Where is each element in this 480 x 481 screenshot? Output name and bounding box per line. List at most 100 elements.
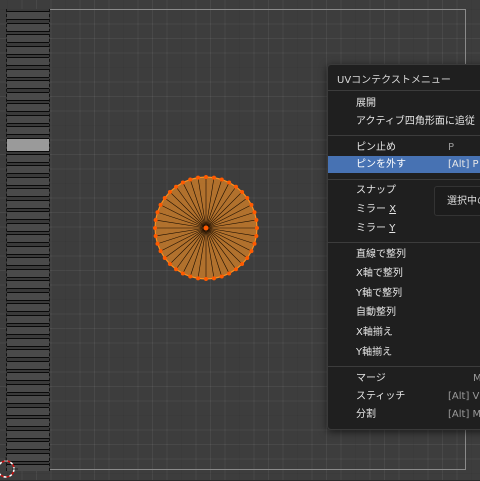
cursor-2d-icon[interactable] bbox=[0, 457, 18, 481]
uv-face[interactable] bbox=[7, 165, 49, 174]
uv-face[interactable] bbox=[7, 22, 49, 32]
uv-face[interactable] bbox=[7, 268, 49, 278]
uv-face[interactable] bbox=[7, 314, 49, 324]
uv-context-menu[interactable]: UVコンテクストメニュー 展開 アクティブ四角形面に追従 ピン止め P ピンを外す… bbox=[327, 64, 480, 430]
uv-vertex[interactable] bbox=[153, 233, 158, 238]
menu-item-align-auto[interactable]: 自動整列 bbox=[328, 304, 480, 321]
menu-item-unwrap[interactable]: 展開 bbox=[328, 95, 480, 112]
uv-face[interactable] bbox=[7, 395, 49, 404]
uv-face[interactable] bbox=[7, 91, 49, 101]
uv-vertex[interactable] bbox=[254, 233, 259, 238]
uv-vertex[interactable] bbox=[254, 218, 259, 223]
uv-vertex[interactable] bbox=[219, 274, 224, 279]
uv-vertex[interactable] bbox=[245, 196, 250, 201]
uv-vertex[interactable] bbox=[167, 262, 172, 267]
menu-item-snap-x[interactable]: X軸揃え bbox=[328, 324, 480, 341]
uv-face[interactable] bbox=[7, 57, 49, 66]
uv-vertex[interactable] bbox=[219, 177, 224, 182]
menu-item-snap-y[interactable]: Y軸揃え bbox=[328, 344, 480, 361]
uv-face[interactable] bbox=[7, 45, 49, 55]
uv-face[interactable] bbox=[7, 406, 49, 416]
uv-face[interactable] bbox=[7, 441, 49, 450]
uv-vertex[interactable] bbox=[249, 202, 254, 207]
uv-vertex[interactable] bbox=[174, 267, 179, 272]
menu-item-align-straighten[interactable]: 直線で整列 bbox=[328, 246, 480, 263]
uv-face[interactable] bbox=[7, 34, 49, 43]
uv-vertex[interactable] bbox=[227, 180, 232, 185]
menu-item-follow-active-quads[interactable]: アクティブ四角形面に追従 bbox=[328, 113, 480, 130]
uv-vertex[interactable] bbox=[174, 184, 179, 189]
uv-vertex[interactable] bbox=[227, 271, 232, 276]
uv-vertex[interactable] bbox=[211, 175, 216, 180]
uv-face[interactable] bbox=[7, 211, 49, 220]
menu-item-merge[interactable]: マージ M bbox=[328, 370, 480, 387]
uv-vertex[interactable] bbox=[245, 255, 250, 260]
menu-item-align-x[interactable]: X軸で整列 bbox=[328, 265, 480, 282]
menu-item-stitch[interactable]: スティッチ [Alt] V bbox=[328, 388, 480, 405]
uv-vertex[interactable] bbox=[211, 276, 216, 281]
uv-vertex[interactable] bbox=[158, 249, 163, 254]
uv-vertex[interactable] bbox=[249, 249, 254, 254]
uv-vertex[interactable] bbox=[180, 271, 185, 276]
uv-vertex-center[interactable] bbox=[203, 225, 209, 231]
menu-item-unpin[interactable]: ピンを外す [Alt] P bbox=[328, 156, 480, 173]
uv-vertex[interactable] bbox=[188, 177, 193, 182]
uv-vertex[interactable] bbox=[240, 189, 245, 194]
uv-vertex[interactable] bbox=[240, 262, 245, 267]
uv-face[interactable] bbox=[7, 349, 49, 358]
uv-face[interactable] bbox=[7, 188, 49, 197]
uv-vertex[interactable] bbox=[204, 277, 208, 281]
uv-vertex[interactable] bbox=[153, 226, 157, 230]
uv-island-strip[interactable] bbox=[6, 9, 50, 471]
uv-face[interactable] bbox=[7, 153, 49, 163]
uv-face[interactable] bbox=[7, 337, 49, 347]
uv-face[interactable] bbox=[7, 222, 49, 232]
uv-face[interactable] bbox=[7, 326, 49, 335]
uv-face[interactable] bbox=[7, 11, 49, 20]
uv-vertex[interactable] bbox=[196, 175, 201, 180]
uv-vertex[interactable] bbox=[196, 276, 201, 281]
uv-face[interactable] bbox=[7, 176, 49, 186]
uv-disc-island[interactable] bbox=[150, 172, 262, 284]
uv-face[interactable] bbox=[7, 137, 49, 152]
menu-item-align-y[interactable]: Y軸で整列 bbox=[328, 285, 480, 302]
uv-face[interactable] bbox=[7, 199, 49, 209]
uv-face[interactable] bbox=[7, 372, 49, 381]
uv-face[interactable] bbox=[7, 234, 49, 243]
uv-face[interactable] bbox=[7, 126, 49, 135]
uv-vertex[interactable] bbox=[158, 202, 163, 207]
uv-face[interactable] bbox=[7, 103, 49, 112]
uv-face[interactable] bbox=[7, 68, 49, 78]
uv-vertex[interactable] bbox=[204, 175, 208, 179]
uv-face[interactable] bbox=[7, 280, 49, 289]
uv-vertex[interactable] bbox=[162, 255, 167, 260]
uv-vertex[interactable] bbox=[252, 210, 257, 215]
uv-face[interactable] bbox=[7, 257, 49, 266]
uv-vertex[interactable] bbox=[233, 267, 238, 272]
uv-vertex[interactable] bbox=[255, 226, 259, 230]
uv-face[interactable] bbox=[7, 114, 49, 124]
uv-vertex[interactable] bbox=[252, 241, 257, 246]
uv-vertex[interactable] bbox=[155, 210, 160, 215]
menu-item-label: Y軸で整列 bbox=[356, 288, 403, 299]
menu-item-mirror-y[interactable]: ミラー Y bbox=[328, 220, 480, 237]
menu-separator bbox=[328, 242, 480, 243]
uv-face[interactable] bbox=[7, 429, 49, 439]
menu-item-label: ミラー Y bbox=[356, 220, 395, 237]
uv-vertex[interactable] bbox=[180, 180, 185, 185]
uv-vertex[interactable] bbox=[162, 196, 167, 201]
uv-face[interactable] bbox=[7, 383, 49, 393]
uv-face[interactable] bbox=[7, 418, 49, 427]
uv-vertex[interactable] bbox=[167, 189, 172, 194]
menu-item-pin[interactable]: ピン止め P bbox=[328, 139, 480, 156]
uv-face[interactable] bbox=[7, 360, 49, 370]
uv-vertex[interactable] bbox=[188, 274, 193, 279]
uv-face[interactable] bbox=[7, 291, 49, 301]
uv-face[interactable] bbox=[7, 80, 49, 89]
uv-vertex[interactable] bbox=[153, 218, 158, 223]
uv-face[interactable] bbox=[7, 245, 49, 255]
uv-face[interactable] bbox=[7, 303, 49, 312]
uv-vertex[interactable] bbox=[233, 184, 238, 189]
menu-item-split[interactable]: 分割 [Alt] M bbox=[328, 406, 480, 423]
uv-vertex[interactable] bbox=[155, 241, 160, 246]
